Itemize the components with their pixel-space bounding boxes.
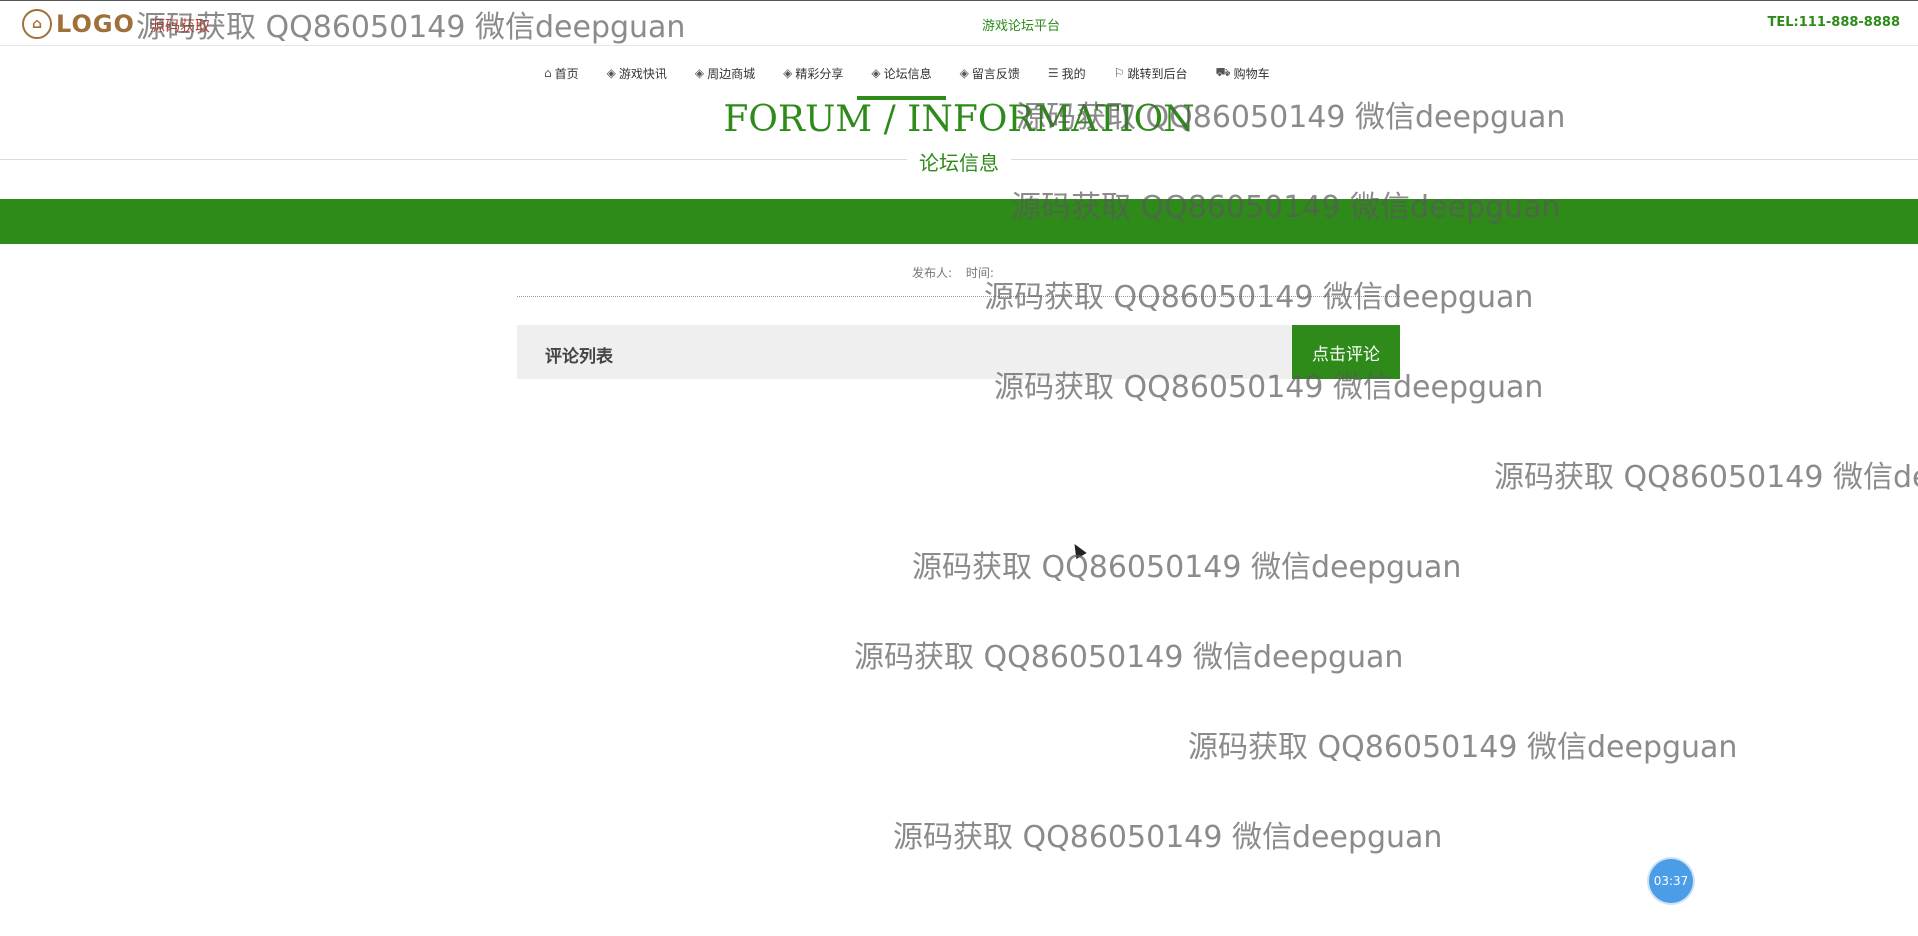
- watermark-text: 源码获取 QQ86050149 微信deepguan: [984, 280, 1534, 315]
- watermark-text: 源码获取 QQ86050149 微信deepguan: [854, 640, 1404, 675]
- cube-icon: ◈: [694, 66, 705, 80]
- nav-item-game-news[interactable]: ◈ 游戏快讯: [593, 58, 681, 88]
- mouse-cursor-icon: [1069, 540, 1087, 560]
- nav-item-label: 购物车: [1233, 66, 1270, 81]
- watermark-text: 源码获取 QQ86050149 微信deepguan: [1188, 730, 1738, 765]
- nav-item-label: 跳转到后台: [1127, 66, 1188, 81]
- nav-item-label: 论坛信息: [883, 66, 932, 81]
- nav-item-admin[interactable]: ⚐ 跳转到后台: [1100, 58, 1202, 88]
- telephone: TEL:111-888-8888: [1767, 15, 1900, 30]
- watermark-text: 源码获取 QQ86050149 微信deepguan: [1494, 460, 1918, 495]
- nav-item-label: 留言反馈: [971, 66, 1020, 81]
- page-title-cn: 论坛信息: [907, 151, 1011, 175]
- nav-item-feedback[interactable]: ◈ 留言反馈: [946, 58, 1034, 88]
- cube-icon: ◈: [783, 66, 793, 80]
- nav-item-mine[interactable]: ☰ 我的: [1034, 58, 1100, 88]
- cube-icon: ◈: [871, 66, 881, 80]
- nav-item-shop[interactable]: ◈ 周边商城: [681, 58, 769, 88]
- meta-divider: [517, 296, 1400, 297]
- nav-item-label: 游戏快讯: [618, 66, 667, 81]
- comment-list-title: 评论列表: [545, 347, 613, 367]
- cube-icon: ◈: [959, 66, 969, 80]
- add-comment-button[interactable]: 点击评论: [1292, 325, 1400, 379]
- top-header: ⌂ LOGO 源码获取 游戏论坛平台 TEL:111-888-8888: [0, 0, 1918, 46]
- nav-item-label: 首页: [554, 66, 579, 81]
- time-label: 时间:: [965, 266, 994, 280]
- page: ⌂ LOGO 源码获取 游戏论坛平台 TEL:111-888-8888 ⌂ 首页…: [0, 0, 1918, 936]
- post-meta: 发布人: 时间:: [912, 264, 1004, 281]
- logo-subtitle: 源码获取: [150, 17, 211, 35]
- nav-item-label: 我的: [1061, 66, 1086, 81]
- watermark-text: 源码获取 QQ86050149 微信deepguan: [912, 550, 1462, 585]
- flag-icon: ⚐: [1113, 66, 1125, 80]
- home-icon: ⌂: [544, 66, 552, 80]
- logo-text: LOGO: [56, 10, 135, 38]
- menu-icon: ☰: [1047, 66, 1059, 80]
- nav-item-home[interactable]: ⌂ 首页: [530, 58, 593, 88]
- nav-item-label: 精彩分享: [795, 66, 844, 81]
- timer-badge[interactable]: 03:37: [1649, 859, 1693, 903]
- watermark-text: 源码获取 QQ86050149 微信deepguan: [893, 820, 1443, 855]
- publisher-label: 发布人:: [912, 266, 953, 280]
- logo[interactable]: ⌂ LOGO: [22, 8, 135, 40]
- nav-item-forum[interactable]: ◈ 论坛信息: [857, 58, 946, 100]
- page-title-en: FORUM / INFORMATION: [723, 99, 1195, 140]
- page-title-cn-wrap: 论坛信息: [0, 147, 1918, 176]
- site-name: 游戏论坛平台: [982, 19, 1061, 34]
- nav-item-share[interactable]: ◈ 精彩分享: [769, 58, 857, 88]
- green-banner: [0, 199, 1918, 244]
- cart-icon: ⛟: [1215, 65, 1231, 79]
- nav-item-label: 周边商城: [707, 66, 756, 81]
- main-nav: ⌂ 首页 ◈ 游戏快讯 ◈ 周边商城 ◈ 精彩分享 ◈ 论坛信息 ◈ 留言反馈 …: [530, 58, 1284, 100]
- logo-badge-icon: ⌂: [22, 9, 52, 39]
- comment-list-header: 评论列表 点击评论: [517, 325, 1400, 379]
- cube-icon: ◈: [606, 66, 616, 80]
- nav-item-cart[interactable]: ⛟ 购物车: [1201, 58, 1283, 88]
